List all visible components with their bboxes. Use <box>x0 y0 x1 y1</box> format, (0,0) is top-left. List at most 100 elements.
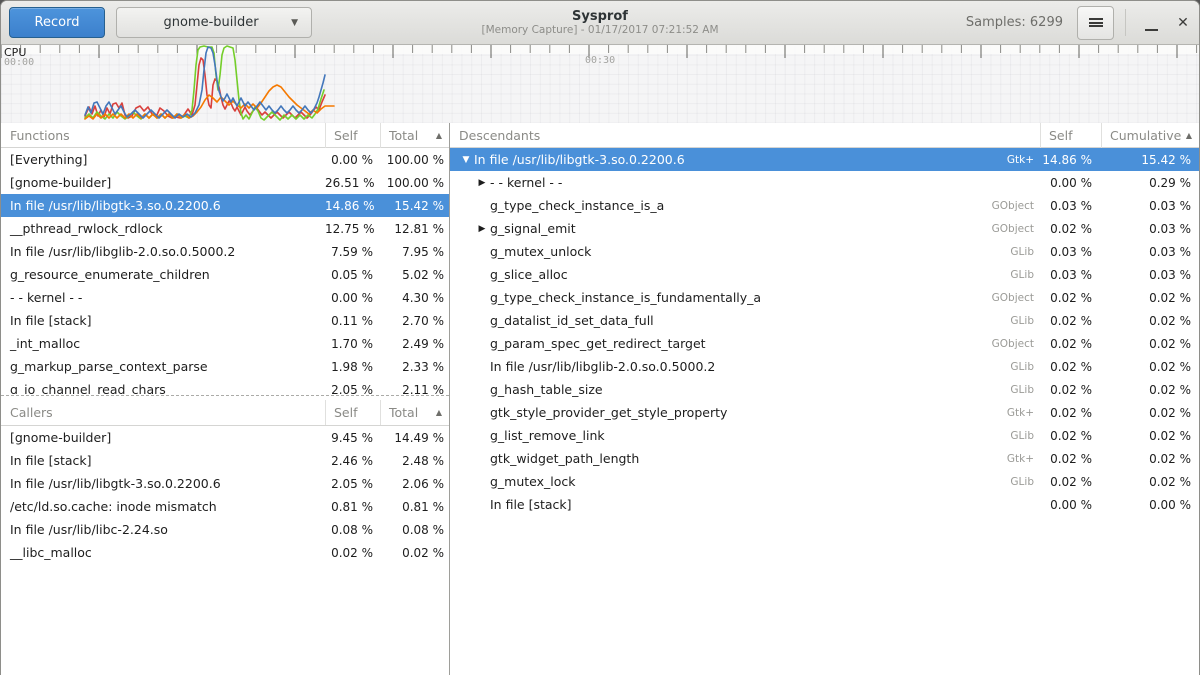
hamburger-icon <box>1089 17 1103 29</box>
pane-splitter-horizontal[interactable] <box>1 394 449 397</box>
descendants-row[interactable]: ▼In file /usr/lib/libgtk-3.so.0.2200.6Gt… <box>450 148 1200 171</box>
callers-row[interactable]: __libc_malloc0.02 %0.02 % <box>1 541 449 564</box>
descendant-name-cell: g_param_spec_get_redirect_targetGObject <box>450 336 1040 351</box>
functions-row[interactable]: g_markup_parse_context_parse1.98 %2.33 % <box>1 355 449 378</box>
callers-row[interactable]: In file /usr/lib/libc-2.24.so0.08 %0.08 … <box>1 518 449 541</box>
descendants-row[interactable]: In file /usr/lib/libglib-2.0.so.0.5000.2… <box>450 355 1200 378</box>
functions-row[interactable]: In file [stack]0.11 %2.70 % <box>1 309 449 332</box>
minimize-button[interactable] <box>1135 6 1167 40</box>
descendants-row[interactable]: ▶- - kernel - -0.00 %0.29 % <box>450 171 1200 194</box>
descendant-name: g_type_check_instance_is_a <box>490 198 664 213</box>
self-percent: 0.02 % <box>1040 291 1101 305</box>
function-name: g_resource_enumerate_children <box>1 267 325 282</box>
expander-closed-icon[interactable]: ▶ <box>474 224 490 234</box>
callers-total-column-header[interactable]: Total ▲ <box>380 400 450 425</box>
functions-row[interactable]: __pthread_rwlock_rdlock12.75 %12.81 % <box>1 217 449 240</box>
functions-row[interactable]: - - kernel - -0.00 %4.30 % <box>1 286 449 309</box>
functions-column-header[interactable]: Functions <box>1 123 325 148</box>
close-button[interactable]: ✕ <box>1167 6 1199 40</box>
total-percent: 100.00 % <box>380 153 449 167</box>
library-badge: GObject <box>992 338 1040 350</box>
expander-open-icon[interactable]: ▼ <box>458 155 474 165</box>
descendants-row[interactable]: g_list_remove_linkGLib0.02 %0.02 % <box>450 424 1200 447</box>
self-percent: 7.59 % <box>325 245 380 259</box>
descendants-row[interactable]: gtk_style_provider_get_style_propertyGtk… <box>450 401 1200 424</box>
right-pane: Descendants Self Cumulative ▲ ▼In file /… <box>450 123 1200 675</box>
target-process-value: gnome-builder <box>117 15 291 30</box>
cumulative-percent: 0.02 % <box>1101 314 1200 328</box>
functions-row[interactable]: In file /usr/lib/libgtk-3.so.0.2200.614.… <box>1 194 449 217</box>
callers-self-column-header[interactable]: Self <box>325 400 380 425</box>
descendants-self-column-header[interactable]: Self <box>1040 123 1101 148</box>
cumulative-percent: 0.02 % <box>1101 291 1200 305</box>
descendant-name: - - kernel - - <box>490 175 562 190</box>
functions-row[interactable]: In file /usr/lib/libglib-2.0.so.0.5000.2… <box>1 240 449 263</box>
self-percent: 0.03 % <box>1040 245 1101 259</box>
chevron-down-icon: ▼ <box>291 18 298 28</box>
descendants-column-header[interactable]: Descendants <box>450 123 1040 148</box>
self-percent: 2.46 % <box>325 454 380 468</box>
functions-row[interactable]: [gnome-builder]26.51 %100.00 % <box>1 171 449 194</box>
minimize-icon <box>1145 29 1158 31</box>
callers-row[interactable]: /etc/ld.so.cache: inode mismatch0.81 %0.… <box>1 495 449 518</box>
cumulative-percent: 0.02 % <box>1101 337 1200 351</box>
functions-total-column-header[interactable]: Total ▲ <box>380 123 450 148</box>
functions-header: Functions Self Total ▲ <box>1 123 449 148</box>
descendants-row[interactable]: g_mutex_unlockGLib0.03 %0.03 % <box>450 240 1200 263</box>
functions-row[interactable]: _int_malloc1.70 %2.49 % <box>1 332 449 355</box>
sort-ascending-icon: ▲ <box>1186 131 1192 140</box>
expander-closed-icon[interactable]: ▶ <box>474 178 490 188</box>
sysprof-window: Record gnome-builder ▼ Sysprof [Memory C… <box>0 0 1200 675</box>
self-percent: 0.00 % <box>325 291 380 305</box>
self-percent: 14.86 % <box>1040 153 1101 167</box>
time-label-mid: 00:30 <box>585 55 615 66</box>
descendants-row[interactable]: g_type_check_instance_is_fundamentally_a… <box>450 286 1200 309</box>
functions-self-column-header[interactable]: Self <box>325 123 380 148</box>
descendant-name: g_type_check_instance_is_fundamentally_a <box>490 290 761 305</box>
callers-column-header[interactable]: Callers <box>1 400 325 425</box>
cpu-timeline-graph[interactable]: CPU 00:00 00:30 <box>1 45 1199 123</box>
descendant-name: g_datalist_id_set_data_full <box>490 313 654 328</box>
descendants-row[interactable]: g_datalist_id_set_data_fullGLib0.02 %0.0… <box>450 309 1200 332</box>
function-name: [gnome-builder] <box>1 175 325 190</box>
self-percent: 0.02 % <box>1040 314 1101 328</box>
self-percent: 0.00 % <box>1040 498 1101 512</box>
descendant-name-cell: g_type_check_instance_is_aGObject <box>450 198 1040 213</box>
descendant-name: g_mutex_lock <box>490 474 576 489</box>
descendants-row[interactable]: In file [stack]0.00 %0.00 % <box>450 493 1200 516</box>
descendants-row[interactable]: g_type_check_instance_is_aGObject0.03 %0… <box>450 194 1200 217</box>
function-name: In file [stack] <box>1 313 325 328</box>
total-percent: 15.42 % <box>380 199 449 213</box>
callers-row[interactable]: [gnome-builder]9.45 %14.49 % <box>1 426 449 449</box>
descendants-row[interactable]: g_slice_allocGLib0.03 %0.03 % <box>450 263 1200 286</box>
library-badge: GObject <box>992 292 1040 304</box>
cumulative-percent: 15.42 % <box>1101 153 1200 167</box>
descendants-row[interactable]: g_mutex_lockGLib0.02 %0.02 % <box>450 470 1200 493</box>
self-percent: 12.75 % <box>325 222 380 236</box>
descendants-cumulative-column-header[interactable]: Cumulative ▲ <box>1101 123 1200 148</box>
functions-row[interactable]: g_resource_enumerate_children0.05 %5.02 … <box>1 263 449 286</box>
descendants-row[interactable]: g_hash_table_sizeGLib0.02 %0.02 % <box>450 378 1200 401</box>
menu-button[interactable] <box>1077 6 1114 40</box>
descendant-name: g_mutex_unlock <box>490 244 591 259</box>
cumulative-percent: 0.02 % <box>1101 360 1200 374</box>
callers-row[interactable]: In file /usr/lib/libgtk-3.so.0.2200.62.0… <box>1 472 449 495</box>
descendants-row[interactable]: ▶g_signal_emitGObject0.02 %0.03 % <box>450 217 1200 240</box>
callers-row[interactable]: In file [stack]2.46 %2.48 % <box>1 449 449 472</box>
total-percent: 2.48 % <box>380 454 449 468</box>
functions-row[interactable]: g_io_channel_read_chars2.05 %2.11 % <box>1 378 449 394</box>
titlebar: Record gnome-builder ▼ Sysprof [Memory C… <box>1 1 1199 45</box>
library-badge: Gtk+ <box>1007 407 1040 419</box>
self-percent: 0.03 % <box>1040 268 1101 282</box>
descendants-row[interactable]: g_param_spec_get_redirect_targetGObject0… <box>450 332 1200 355</box>
functions-row[interactable]: [Everything]0.00 %100.00 % <box>1 148 449 171</box>
descendant-name: In file /usr/lib/libglib-2.0.so.0.5000.2 <box>490 359 715 374</box>
target-process-dropdown[interactable]: gnome-builder ▼ <box>116 7 312 38</box>
descendants-row[interactable]: gtk_widget_path_lengthGtk+0.02 %0.02 % <box>450 447 1200 470</box>
record-button[interactable]: Record <box>9 7 105 38</box>
function-name: In file /usr/lib/libc-2.24.so <box>1 522 325 537</box>
library-badge: GLib <box>1010 269 1040 281</box>
cumulative-percent: 0.03 % <box>1101 268 1200 282</box>
self-percent: 0.02 % <box>1040 337 1101 351</box>
cumulative-percent: 0.02 % <box>1101 452 1200 466</box>
